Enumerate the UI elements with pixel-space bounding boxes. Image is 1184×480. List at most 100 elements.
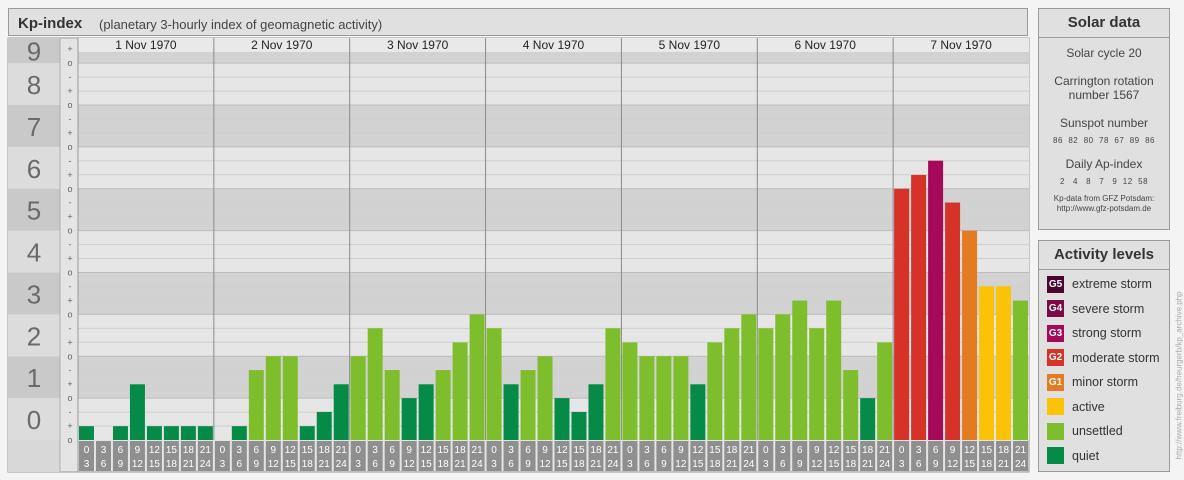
hour-end-label: 24 (336, 459, 348, 470)
hour-end-label: 24 (607, 459, 619, 470)
hour-start-label: 9 (678, 445, 684, 456)
kp-bar (520, 370, 536, 440)
activity-level-swatch: G4 (1047, 300, 1064, 318)
kp-bar (418, 384, 434, 440)
kp-bar (299, 426, 315, 440)
hour-end-label: 15 (964, 459, 976, 470)
hour-end-label: 21 (590, 459, 602, 470)
kp-bar (316, 411, 332, 440)
kp-bar (843, 370, 859, 440)
hour-end-label: 9 (661, 459, 667, 470)
activity-level-swatch: G1 (1047, 373, 1064, 391)
kp-bar (894, 188, 910, 440)
kp-bar (180, 426, 196, 440)
hour-start-label: 0 (220, 445, 226, 456)
hour-end-label: 15 (285, 459, 297, 470)
hour-end-label: 3 (84, 459, 90, 470)
hour-end-label: 15 (149, 459, 161, 470)
hour-start-label: 6 (661, 445, 667, 456)
solar-data-panel: Solar data Solar cycle 20 Carrington rot… (1038, 8, 1170, 230)
kp-bar (537, 356, 553, 440)
hour-end-label: 18 (573, 459, 585, 470)
kp-bar (452, 342, 468, 440)
activity-levels-list: G5 extreme storm G4 severe storm G3 strong st… (1039, 270, 1169, 468)
kp-bar (639, 356, 655, 440)
activity-level-label: unsettled (1072, 424, 1123, 439)
credit-text: http://www.freiburg.de/heurgerb/kp_archi… (1174, 291, 1184, 460)
hour-start-label: 3 (508, 445, 514, 456)
kp-bar (197, 426, 213, 440)
hour-end-label: 6 (101, 459, 107, 470)
kp-bar (248, 370, 264, 440)
activity-level-label: severe storm (1072, 301, 1145, 316)
hour-start-label: 15 (438, 445, 450, 456)
kp-bar (656, 356, 672, 440)
hour-start-label: 6 (254, 445, 260, 456)
hour-end-label: 12 (404, 459, 416, 470)
kp-bar (129, 384, 145, 440)
hour-start-label: 21 (607, 445, 619, 456)
activity-levels-title: Activity levels (1039, 241, 1169, 270)
kp-bar (231, 426, 247, 440)
hour-start-label: 12 (421, 445, 433, 456)
activity-level-swatch: G3 (1047, 324, 1064, 342)
minor-tick-mark: - (69, 156, 72, 166)
minor-tick-mark: - (69, 114, 72, 124)
hour-end-label: 6 (644, 459, 650, 470)
hour-end-label: 24 (879, 459, 891, 470)
kp-bar (265, 356, 281, 440)
hour-end-label: 18 (166, 459, 178, 470)
minor-tick-mark: + (67, 170, 72, 180)
minor-tick-mark: o (67, 142, 72, 152)
hour-end-label: 21 (319, 459, 331, 470)
sunspot-values: 86 82 80 78 67 89 86 (1053, 136, 1155, 145)
ap-label: Daily Ap-index (1065, 157, 1143, 171)
ap-values: 2 4 8 7 9 12 58 (1059, 177, 1149, 186)
hour-end-label: 21 (183, 459, 195, 470)
hour-end-label: 12 (539, 459, 551, 470)
hour-start-label: 12 (692, 445, 704, 456)
kp-bar (486, 328, 502, 440)
sunspot-label: Sunspot number (1059, 116, 1149, 130)
hour-end-label: 3 (355, 459, 361, 470)
kp-bar (333, 384, 349, 440)
minor-tick-mark: - (69, 323, 72, 333)
day-label: 1 Nov 1970 (115, 38, 177, 52)
y-band (78, 105, 1029, 147)
hour-start-label: 9 (950, 445, 956, 456)
kp-bar (911, 174, 927, 440)
kp-bar (758, 328, 774, 440)
y-band (78, 188, 1029, 231)
minor-tick-mark: - (69, 198, 72, 208)
hour-end-label: 15 (421, 459, 433, 470)
hour-start-label: 21 (743, 445, 755, 456)
minor-tick-mark: o (67, 58, 72, 68)
hour-end-label: 9 (389, 459, 395, 470)
activity-level-swatch (1047, 422, 1064, 440)
minor-tick-mark: o (67, 226, 72, 236)
y-tick-label: 6 (27, 154, 41, 184)
minor-tick-mark: + (67, 44, 72, 54)
minor-tick-mark: + (67, 379, 72, 389)
y-tick-label: 9 (27, 37, 41, 67)
minor-tick-mark: + (67, 212, 72, 222)
hour-start-label: 18 (590, 445, 602, 456)
minor-tick-mark: - (69, 407, 72, 417)
y-band (78, 230, 1029, 273)
hour-end-label: 6 (372, 459, 378, 470)
kp-bar (1013, 300, 1028, 440)
y-tick-label: 0 (27, 405, 41, 435)
minor-tick-mark: - (69, 240, 72, 250)
minor-tick-mark: o (67, 100, 72, 110)
hour-end-label: 3 (220, 459, 226, 470)
activity-level-item: G1 minor storm (1039, 370, 1169, 395)
source-line1: Kp-data from GFZ Potsdam: (1053, 194, 1155, 203)
hour-start-label: 21 (472, 445, 484, 456)
kp-bar (435, 370, 451, 440)
credit-text-container: http://www.freiburg.de/heurgerb/kp_archi… (1174, 250, 1184, 470)
kp-bar (163, 426, 179, 440)
hour-start-label: 3 (780, 445, 786, 456)
hour-start-label: 15 (981, 445, 993, 456)
hour-end-label: 18 (709, 459, 721, 470)
hour-start-label: 18 (455, 445, 467, 456)
